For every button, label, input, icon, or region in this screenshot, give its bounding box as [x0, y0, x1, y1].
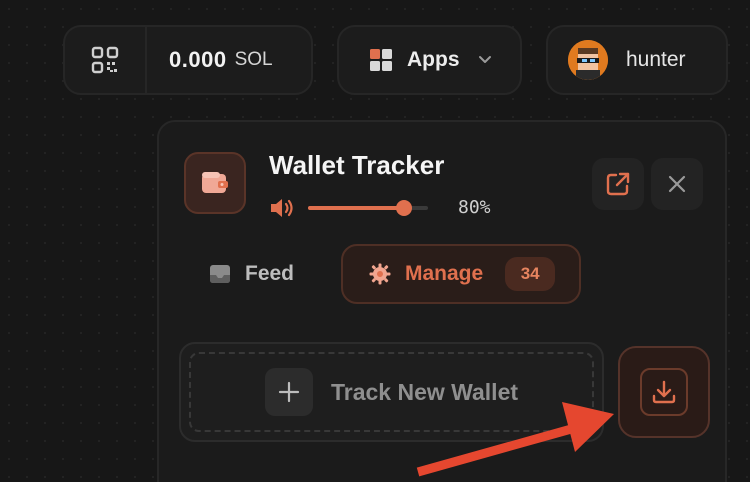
inbox-icon: [210, 265, 230, 283]
track-new-wallet-label: Track New Wallet: [330, 378, 519, 405]
plus-icon: [264, 368, 313, 416]
qr-code-icon: [91, 46, 119, 74]
wallet-balance-pill[interactable]: 0.000 SOL: [63, 25, 313, 95]
balance: 0.000 SOL: [169, 27, 273, 93]
close-icon: [668, 175, 686, 193]
download-icon: [652, 380, 676, 404]
volume-percentage: 80%: [458, 197, 491, 218]
apps-label: Apps: [407, 48, 460, 71]
balance-value: 0.000: [169, 47, 227, 72]
user-menu[interactable]: hunter: [546, 25, 728, 95]
external-link-icon: [606, 172, 630, 196]
tab-manage[interactable]: Manage 34: [341, 244, 581, 304]
volume-slider-fill: [308, 206, 404, 210]
track-new-wallet-button[interactable]: Track New Wallet: [179, 342, 604, 442]
screen: 0.000 SOL Apps hunter Wallet Tracker 80%…: [0, 0, 750, 482]
wallet-icon: [184, 152, 246, 214]
volume-slider-thumb[interactable]: [396, 200, 412, 216]
avatar: [568, 40, 608, 80]
wallet-tracker-panel: Wallet Tracker 80% Feed Manage 34 Track …: [157, 120, 727, 482]
tab-feed-label: Feed: [245, 262, 295, 285]
dropzone: Track New Wallet: [189, 352, 594, 432]
chevron-down-icon: [478, 55, 492, 65]
volume-icon[interactable]: [269, 196, 295, 220]
qr-button[interactable]: [65, 27, 147, 93]
panel-title: Wallet Tracker: [269, 150, 445, 180]
tab-manage-label: Manage: [405, 262, 484, 285]
volume-slider[interactable]: [308, 200, 428, 216]
close-button[interactable]: [651, 158, 703, 210]
user-name: hunter: [626, 48, 686, 71]
tab-feed[interactable]: Feed: [209, 244, 294, 304]
apps-dropdown[interactable]: Apps: [337, 25, 522, 95]
grid-icon: [370, 49, 392, 71]
download-button[interactable]: [618, 346, 710, 438]
count-badge: 34: [505, 257, 556, 291]
open-external-button[interactable]: [592, 158, 644, 210]
balance-unit: SOL: [234, 49, 273, 70]
gear-icon: [369, 263, 391, 285]
